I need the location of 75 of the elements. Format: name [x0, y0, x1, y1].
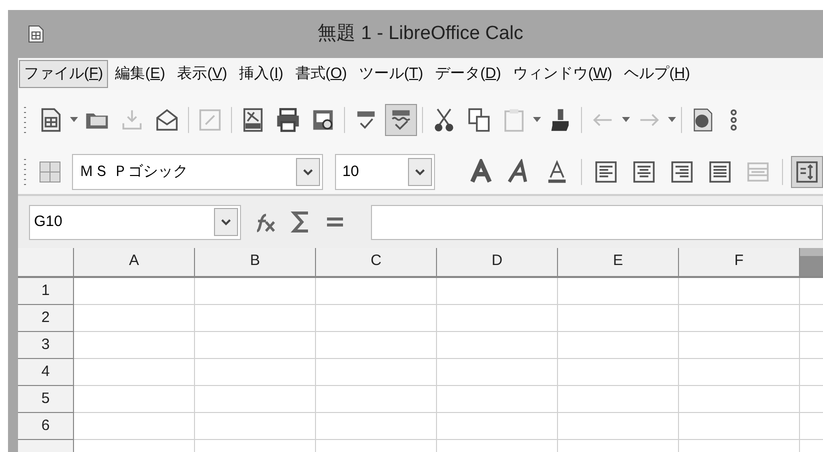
cell[interactable] — [437, 332, 558, 359]
cell[interactable] — [558, 278, 679, 305]
cell[interactable] — [195, 332, 316, 359]
column-header[interactable]: C — [316, 248, 437, 278]
menu-item[interactable]: 書式(O) — [290, 60, 352, 88]
menu-item[interactable]: ツール(T) — [354, 60, 428, 88]
menu-item[interactable]: ヘルプ(H) — [619, 60, 696, 88]
menu-item[interactable]: ウィンドウ(W) — [508, 60, 618, 88]
dropdown-icon[interactable] — [214, 208, 238, 236]
window-title: 無題 1 - LibreOffice Calc — [316, 22, 524, 46]
menu-item[interactable]: 表示(V) — [172, 60, 232, 88]
cell[interactable] — [195, 278, 316, 305]
cell[interactable] — [74, 332, 195, 359]
cell-reference: G10 — [34, 212, 64, 232]
dropdown-icon[interactable] — [408, 158, 432, 186]
cell[interactable] — [316, 386, 437, 413]
cell[interactable] — [558, 359, 679, 386]
menu-item[interactable]: データ(D) — [430, 60, 506, 88]
cell[interactable] — [679, 332, 800, 359]
formula-input[interactable] — [371, 204, 823, 240]
cell[interactable] — [437, 278, 558, 305]
column-header[interactable]: A — [74, 248, 195, 278]
cell[interactable] — [74, 386, 195, 413]
row-header[interactable]: 5 — [18, 386, 74, 413]
cell[interactable] — [437, 386, 558, 413]
cell[interactable] — [74, 305, 195, 332]
column-header[interactable]: D — [437, 248, 558, 278]
dropdown-arrow-icon[interactable] — [668, 117, 676, 123]
cell[interactable] — [195, 359, 316, 386]
cell[interactable] — [74, 359, 195, 386]
cell[interactable] — [195, 413, 316, 440]
cell[interactable] — [316, 413, 437, 440]
wrap-text-icon[interactable] — [791, 156, 823, 188]
row-header[interactable]: 1 — [18, 278, 74, 305]
cell[interactable] — [437, 359, 558, 386]
cell[interactable] — [195, 386, 316, 413]
cell[interactable] — [679, 305, 800, 332]
cell[interactable] — [316, 359, 437, 386]
name-box[interactable]: G10 — [29, 204, 241, 240]
cell[interactable] — [316, 305, 437, 332]
spellcheck-icon[interactable] — [385, 104, 417, 136]
cell[interactable] — [195, 305, 316, 332]
cell[interactable] — [679, 386, 800, 413]
cell[interactable] — [558, 386, 679, 413]
cell[interactable] — [558, 305, 679, 332]
corner-header[interactable] — [18, 248, 74, 278]
cell[interactable] — [679, 278, 800, 305]
dropdown-arrow-icon[interactable] — [533, 117, 541, 123]
menu-item[interactable]: 編集(E) — [110, 60, 170, 88]
cell[interactable] — [74, 413, 195, 440]
column-header[interactable]: E — [558, 248, 679, 278]
grid-icon[interactable] — [38, 160, 62, 184]
cell[interactable] — [437, 305, 558, 332]
cell[interactable] — [679, 413, 800, 440]
column-header[interactable]: F — [679, 248, 800, 278]
dropdown-arrow-icon[interactable] — [622, 117, 630, 123]
cell[interactable] — [558, 332, 679, 359]
row-header[interactable]: 4 — [18, 359, 74, 386]
cell[interactable] — [679, 359, 800, 386]
cell[interactable] — [558, 413, 679, 440]
font-size-box[interactable]: 10 — [335, 154, 436, 190]
column-header[interactable]: B — [195, 248, 316, 278]
cell[interactable] — [316, 278, 437, 305]
cell[interactable] — [437, 413, 558, 440]
cell[interactable] — [74, 278, 195, 305]
font-name-box[interactable]: ＭＳ Ｐゴシック — [72, 154, 324, 190]
menu-item[interactable]: 挿入(I) — [234, 60, 288, 88]
row-header[interactable]: 2 — [18, 305, 74, 332]
spreadsheet-icon — [28, 25, 44, 43]
row-header[interactable]: 3 — [18, 332, 74, 359]
cell[interactable] — [316, 332, 437, 359]
row-header[interactable]: 6 — [18, 413, 74, 440]
dropdown-icon[interactable] — [296, 158, 320, 186]
dropdown-arrow-icon[interactable] — [70, 117, 78, 123]
menu-item[interactable]: ファイル(F) — [19, 60, 108, 88]
